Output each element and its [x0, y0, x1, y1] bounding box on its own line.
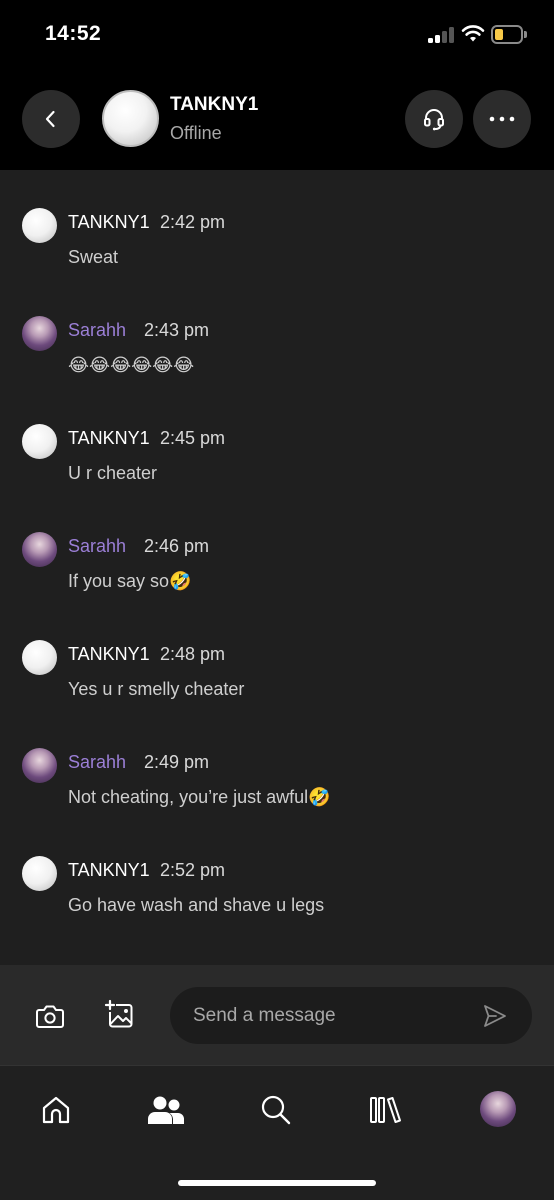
add-image-icon[interactable] [100, 995, 140, 1035]
message: Sarahh 2:49 pm Not cheating, you’re just… [0, 710, 554, 807]
send-icon[interactable] [482, 1003, 508, 1029]
message-time: 2:46 pm [144, 536, 210, 556]
message: TANKNY1 2:42 pm Sweat [0, 170, 554, 267]
sender-avatar[interactable] [22, 640, 57, 675]
message-text: If you say so🤣 [68, 571, 192, 591]
search-icon [261, 1095, 291, 1125]
message-composer [0, 965, 554, 1065]
sender-name[interactable]: TANKNY1 [68, 428, 150, 449]
sender-name[interactable]: Sarahh [68, 752, 126, 773]
message-text: Not cheating, you’re just awful🤣 [68, 787, 331, 807]
profile-avatar[interactable] [480, 1091, 516, 1127]
back-button[interactable] [22, 90, 80, 148]
home-indicator[interactable] [178, 1180, 376, 1186]
nav-home[interactable] [36, 1090, 76, 1130]
message-time: 2:43 pm [144, 320, 210, 340]
message-text: 😂😂😂😂😂😂 [68, 355, 195, 375]
wifi-icon [461, 25, 485, 42]
battery-icon [491, 25, 527, 44]
sender-name[interactable]: Sarahh [68, 320, 126, 341]
message: Sarahh 2:46 pm If you say so🤣 [0, 494, 554, 591]
more-options-button[interactable] [473, 90, 531, 148]
home-icon [42, 1096, 70, 1124]
message-text: Go have wash and shave u legs [68, 895, 325, 915]
message-time: 2:45 pm [160, 428, 226, 448]
more-dots-icon [489, 116, 515, 122]
message-time: 2:52 pm [160, 860, 226, 880]
sender-name[interactable]: TANKNY1 [68, 212, 150, 233]
library-icon [370, 1097, 401, 1123]
message-text: U r cheater [68, 463, 158, 483]
message-input[interactable] [170, 987, 532, 1044]
message: TANKNY1 2:52 pm Go have wash and shave u… [0, 818, 554, 915]
sender-avatar[interactable] [22, 532, 57, 567]
sender-avatar[interactable] [22, 856, 57, 891]
status-time: 14:52 [45, 22, 102, 45]
sender-avatar[interactable] [22, 316, 57, 351]
chat-header: TANKNY1 Offline [0, 70, 554, 170]
sender-avatar[interactable] [22, 748, 57, 783]
sender-name[interactable]: TANKNY1 [68, 644, 150, 665]
camera-icon[interactable] [30, 998, 70, 1034]
nav-friends[interactable] [146, 1090, 186, 1130]
message-text: Sweat [68, 247, 119, 267]
sender-avatar[interactable] [22, 424, 57, 459]
message-text: Yes u r smelly cheater [68, 679, 245, 699]
nav-library[interactable] [366, 1090, 406, 1130]
message: TANKNY1 2:48 pm Yes u r smelly cheater [0, 602, 554, 699]
chevron-left-icon [45, 110, 55, 128]
message-list[interactable]: TANKNY1 2:42 pm Sweat Sarahh 2:43 pm 😂😂😂… [0, 170, 554, 965]
nav-search[interactable] [256, 1090, 296, 1130]
message: TANKNY1 2:45 pm U r cheater [0, 386, 554, 483]
party-chat-button[interactable] [405, 90, 463, 148]
message-time: 2:48 pm [160, 644, 226, 664]
contact-name[interactable]: TANKNY1 [170, 94, 258, 116]
contact-avatar[interactable] [102, 90, 159, 147]
status-bar: 14:52 [0, 0, 554, 70]
cellular-signal-icon [428, 27, 454, 43]
sender-name[interactable]: Sarahh [68, 536, 126, 557]
contact-status: Offline [170, 123, 222, 143]
message: Sarahh 2:43 pm 😂😂😂😂😂😂 [0, 278, 554, 375]
message-time: 2:42 pm [160, 212, 226, 232]
friends-icon [148, 1096, 184, 1124]
sender-name[interactable]: TANKNY1 [68, 860, 150, 881]
message-time: 2:49 pm [144, 752, 210, 772]
sender-avatar[interactable] [22, 208, 57, 243]
headset-icon [424, 109, 444, 131]
